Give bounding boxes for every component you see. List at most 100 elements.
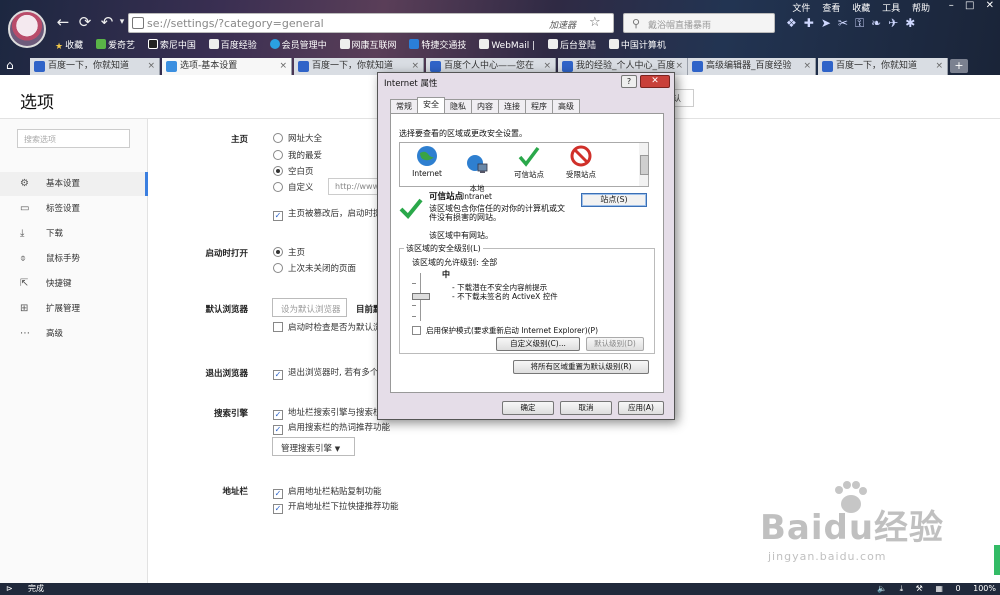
sidebar-item-extensions[interactable]: ⊞ 扩展管理: [0, 297, 148, 321]
sidebar-item-download[interactable]: ⤓ 下载: [0, 222, 148, 246]
speaker-icon[interactable]: 🔈: [877, 584, 887, 593]
home-icon[interactable]: ⌂: [6, 58, 14, 72]
tab-content[interactable]: 内容: [471, 99, 499, 113]
new-tab-button[interactable]: +: [950, 59, 968, 73]
user-avatar[interactable]: [8, 10, 46, 48]
refresh-icon[interactable]: ⟳: [76, 13, 94, 31]
sidebar-item-tabs[interactable]: ▭ 标签设置: [0, 197, 148, 221]
sidebar-item-shortcuts[interactable]: ⇱ 快捷键: [0, 272, 148, 296]
gear-icon[interactable]: ✱: [905, 16, 922, 30]
zone-list[interactable]: Internet 本地 Intranet 可信站点 受限站点: [399, 142, 647, 201]
address-text[interactable]: se://settings/?category=general: [147, 17, 324, 30]
radio-button[interactable]: [273, 133, 283, 143]
apply-button[interactable]: 应用(A): [618, 401, 664, 415]
zone-trusted[interactable]: 可信站点: [504, 145, 554, 180]
manage-search-engine-button[interactable]: 管理搜索引擎 ▼: [272, 437, 355, 456]
sidebar-item-advanced[interactable]: ⋯ 高级: [0, 322, 148, 346]
zone-internet[interactable]: Internet: [402, 145, 452, 178]
close-button[interactable]: ✕: [640, 75, 670, 88]
startup-option-last[interactable]: 上次未关闭的页面: [273, 262, 356, 274]
radio-button-selected[interactable]: [273, 247, 283, 257]
homepage-protect-check[interactable]: ✓ 主页被篡改后，启动时提: [273, 207, 382, 221]
close-tab-icon[interactable]: ×: [803, 58, 811, 74]
minimize-icon[interactable]: –: [949, 0, 954, 11]
checkbox-checked[interactable]: ✓: [273, 504, 283, 514]
bookmark-admin-login[interactable]: 后台登陆: [547, 38, 596, 51]
bookmark-sony[interactable]: 索尼中国: [147, 38, 196, 51]
accelerator-label[interactable]: 加速器: [549, 18, 576, 31]
radio-button[interactable]: [273, 150, 283, 160]
close-tab-icon[interactable]: ×: [147, 58, 155, 74]
ok-button[interactable]: 确定: [502, 401, 554, 415]
leaf-icon[interactable]: ❧: [871, 16, 888, 30]
search-engine-check-1[interactable]: ✓ 地址栏搜索引擎与搜索栏: [273, 406, 382, 420]
menu-favorites[interactable]: 收藏: [852, 4, 870, 14]
exit-check[interactable]: ✓ 退出浏览器时, 若有多个: [273, 366, 378, 380]
bookmark-traffic[interactable]: 特捷交通技: [409, 38, 466, 51]
startup-option-home[interactable]: 主页: [273, 246, 305, 258]
homepage-option-nav[interactable]: 网址大全: [273, 132, 322, 144]
address-bar-check-1[interactable]: ✓ 启用地址栏粘贴复制功能: [273, 485, 382, 499]
tiles-icon[interactable]: ▦: [935, 584, 943, 593]
close-icon[interactable]: ✕: [986, 0, 994, 11]
tab-connections[interactable]: 连接: [498, 99, 526, 113]
puzzle-icon[interactable]: ✚: [804, 16, 821, 30]
bookmark-favorites[interactable]: ★ 收藏: [55, 38, 83, 52]
tab-general[interactable]: 常规: [390, 99, 418, 113]
tab-advanced-editor[interactable]: 高级编辑器_百度经验 ×: [688, 58, 816, 75]
checkbox-checked[interactable]: ✓: [273, 489, 283, 499]
tools-icon[interactable]: ⚒: [916, 584, 923, 593]
tab-settings[interactable]: 选项-基本设置 ×: [162, 58, 292, 75]
tab-programs[interactable]: 程序: [525, 99, 553, 113]
bookmark-netcom[interactable]: 网康互联网: [339, 38, 397, 51]
key-icon[interactable]: ⚿: [855, 16, 871, 30]
address-bar-check-2[interactable]: ✓ 开启地址栏下拉快捷推荐功能: [273, 500, 399, 514]
bookmark-computer[interactable]: 中国计算机: [608, 38, 666, 51]
maximize-icon[interactable]: □: [965, 0, 974, 11]
bookmark-baidu-jingyan[interactable]: 百度经验: [208, 38, 257, 51]
radio-button[interactable]: [273, 182, 283, 192]
sidebar-item-mouse-gesture[interactable]: ⌽ 鼠标手势: [0, 247, 148, 271]
tab-baidu-1[interactable]: 百度一下，你就知道 ×: [30, 58, 160, 75]
tab-baidu-3[interactable]: 百度一下，你就知道 ×: [818, 58, 948, 75]
sites-button[interactable]: 站点(S): [581, 193, 647, 207]
security-slider-thumb[interactable]: [412, 293, 430, 300]
checkbox-checked[interactable]: ✓: [273, 425, 283, 435]
close-tab-icon[interactable]: ×: [935, 58, 943, 74]
sidebar-toggle-icon[interactable]: ⊳: [6, 583, 13, 595]
checkbox-checked[interactable]: ✓: [273, 410, 283, 420]
send-icon[interactable]: ➤: [821, 16, 838, 30]
homepage-url-input[interactable]: http://www: [328, 178, 380, 195]
close-tab-icon[interactable]: ×: [279, 58, 287, 74]
menu-file[interactable]: 文件: [792, 4, 810, 14]
tab-security[interactable]: 安全: [417, 97, 445, 113]
checkbox[interactable]: [412, 326, 421, 335]
back-icon[interactable]: ←: [54, 13, 72, 31]
address-bar[interactable]: se://settings/?category=general 加速器 ☆: [128, 13, 614, 33]
bookmark-iqiyi[interactable]: 爱奇艺: [95, 38, 135, 51]
cancel-button[interactable]: 取消: [560, 401, 612, 415]
options-search-input[interactable]: 搜索选项: [17, 129, 130, 148]
homepage-option-favorites[interactable]: 我的最爱: [273, 149, 322, 161]
homepage-option-blank[interactable]: 空白页: [273, 165, 314, 177]
checkbox-checked[interactable]: ✓: [273, 211, 283, 221]
tab-privacy[interactable]: 隐私: [444, 99, 472, 113]
default-check[interactable]: 启动时检查是否为默认浏: [273, 321, 382, 333]
set-default-button[interactable]: 设为默认浏览器: [272, 298, 347, 317]
menu-help[interactable]: 帮助: [912, 4, 930, 14]
zoom-value[interactable]: 100%: [973, 584, 996, 593]
checkbox[interactable]: [273, 322, 283, 332]
sidebar-item-general[interactable]: ⚙ 基本设置: [0, 172, 148, 196]
radio-button[interactable]: [273, 263, 283, 273]
tab-advanced[interactable]: 高级: [552, 99, 580, 113]
homepage-option-custom[interactable]: 自定义: [273, 181, 314, 193]
radio-button-selected[interactable]: [273, 166, 283, 176]
menu-view[interactable]: 查看: [822, 4, 840, 14]
search-input[interactable]: 戴浴帽直播暴雨: [648, 18, 711, 31]
bird-icon[interactable]: ✈: [888, 16, 905, 30]
custom-level-button[interactable]: 自定义级别(C)...: [496, 337, 580, 351]
side-widget[interactable]: [994, 545, 1000, 575]
bookmark-member[interactable]: 会员管理中: [269, 38, 327, 51]
close-tab-icon[interactable]: ×: [675, 58, 683, 74]
extension-icon[interactable]: ❖: [786, 16, 804, 30]
